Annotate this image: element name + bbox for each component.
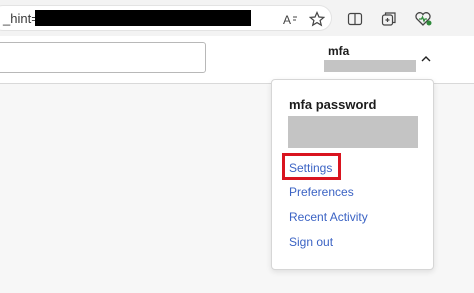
menu-title: mfa password — [289, 97, 377, 112]
browser-essentials-icon[interactable] — [414, 10, 432, 28]
svg-text:A: A — [283, 13, 291, 26]
menu-item-settings[interactable]: Settings — [289, 161, 332, 175]
collections-icon[interactable] — [380, 10, 398, 28]
menu-item-sign-out[interactable]: Sign out — [289, 235, 333, 249]
favorite-star-icon[interactable] — [308, 10, 326, 28]
menu-item-recent-activity[interactable]: Recent Activity — [289, 210, 368, 224]
user-menu-dropdown: mfa password Settings Preferences Recent… — [271, 79, 434, 270]
redacted-account-info — [288, 116, 418, 148]
app-header: mfa — [0, 36, 474, 84]
address-text: _hint= — [3, 11, 39, 26]
read-aloud-icon[interactable]: A — [282, 10, 300, 28]
browser-toolbar: _hint= A — [0, 0, 474, 36]
menu-item-preferences[interactable]: Preferences — [289, 185, 354, 199]
redacted-user-info — [324, 60, 416, 72]
user-name[interactable]: mfa — [328, 44, 349, 58]
chevron-up-icon[interactable] — [419, 52, 433, 64]
split-screen-icon[interactable] — [346, 10, 364, 28]
redacted-url — [35, 10, 251, 26]
search-input[interactable] — [0, 42, 206, 73]
